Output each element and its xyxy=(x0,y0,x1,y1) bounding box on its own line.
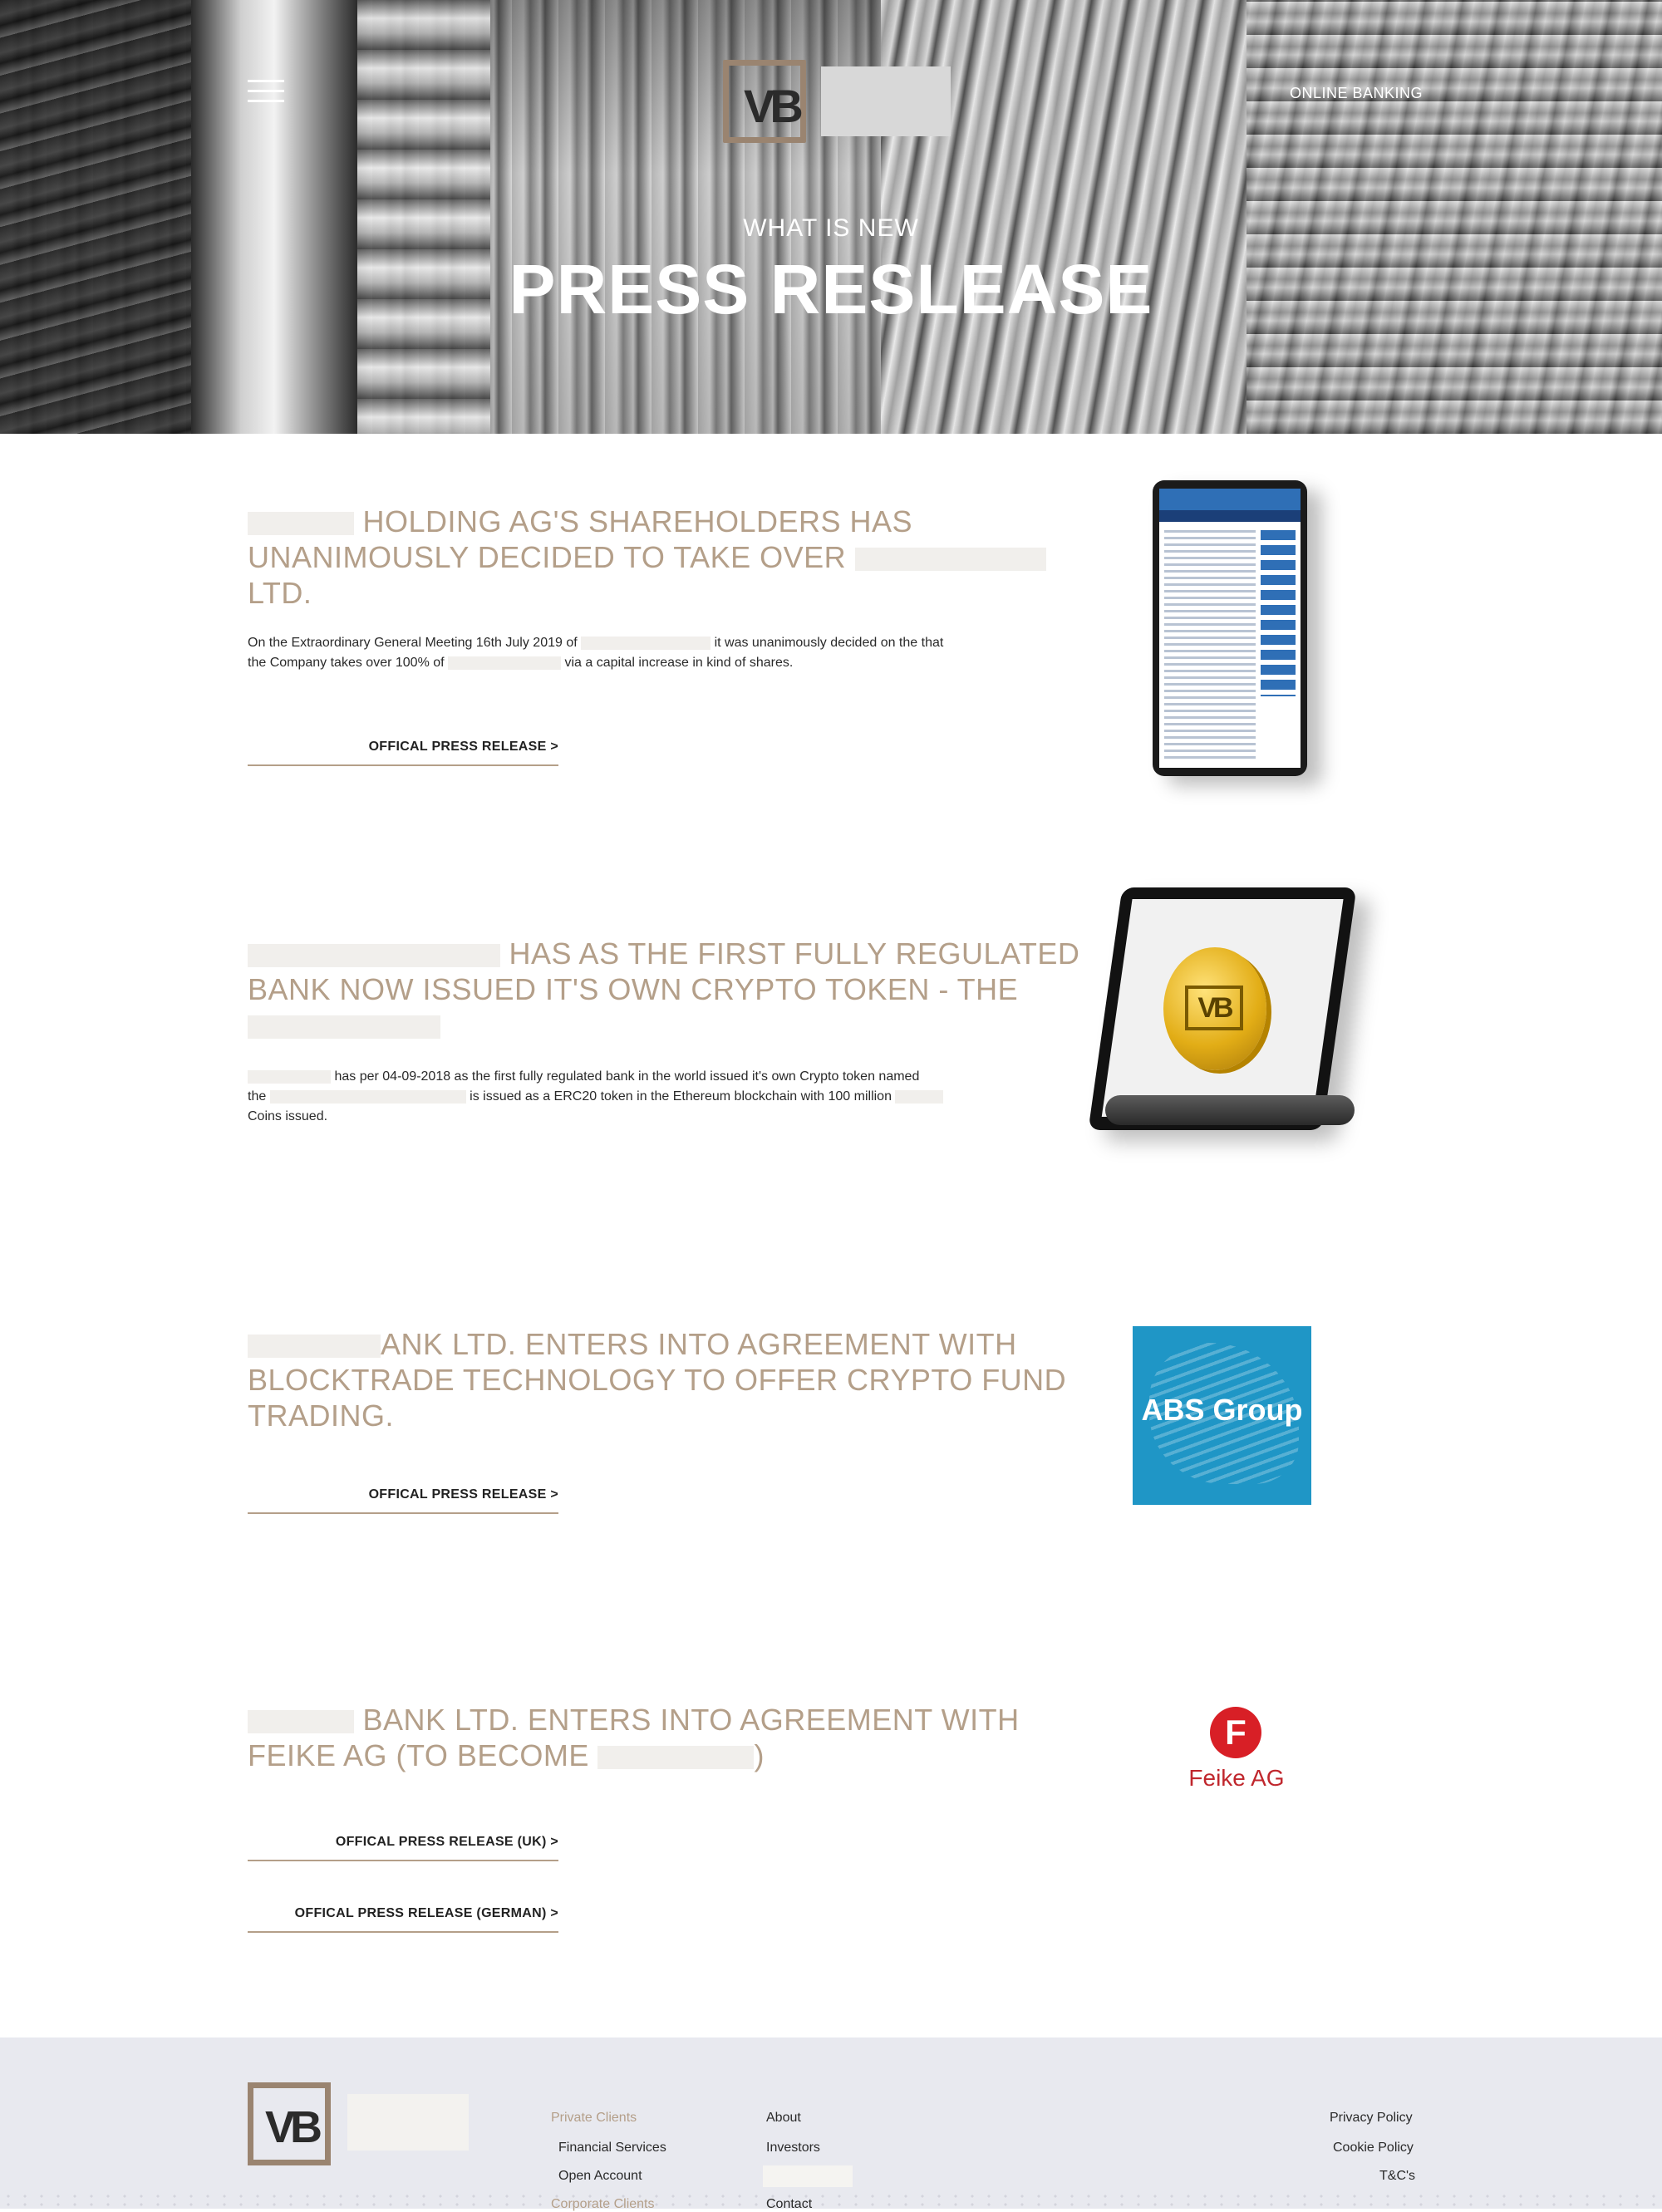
redacted-text xyxy=(248,944,500,968)
article-4-title-line2: FEIKE AG (TO BECOME xyxy=(248,1738,589,1772)
footer-link-private-clients[interactable]: Private Clients xyxy=(551,2111,637,2126)
article-3-title-line2: BLOCKTRADE TECHNOLOGY TO OFFER CRYPTO FU… xyxy=(248,1363,1067,1397)
official-press-release-link[interactable]: OFFICAL PRESS RELEASE > xyxy=(248,740,558,766)
footer-link-about[interactable]: About xyxy=(766,2111,801,2126)
footer-pattern xyxy=(0,2192,1662,2209)
footer-link-corporate-clients[interactable]: Corporate Clients xyxy=(551,2197,655,2212)
redacted-text xyxy=(854,548,1046,572)
tablet-image xyxy=(1153,480,1307,776)
article-1-title-line2: UNANIMOUSLY DECIDED TO TAKE OVER xyxy=(248,540,847,574)
article-1-title-line3: LTD. xyxy=(248,576,312,610)
footer-link-terms[interactable]: T&C's xyxy=(1379,2169,1415,2184)
vb-logo[interactable]: VB xyxy=(723,60,806,143)
body-text: the xyxy=(248,1089,267,1104)
footer-link-contact[interactable]: Contact xyxy=(766,2197,812,2212)
body-text: has per 04-09-2018 as the first fully re… xyxy=(334,1069,920,1084)
eyebrow-label: WHAT IS NEW xyxy=(743,214,919,242)
feike-logo-text: Feike AG xyxy=(1188,1765,1285,1791)
official-press-release-link[interactable]: OFFICAL PRESS RELEASE > xyxy=(248,1487,558,1514)
redacted-text xyxy=(248,1710,354,1734)
official-press-release-german-link[interactable]: OFFICAL PRESS RELEASE (GERMAN) > xyxy=(248,1906,558,1933)
article-2-title-line1: HAS AS THE FIRST FULLY REGULATED xyxy=(509,936,1080,971)
article-1-title: HOLDING AG'S SHAREHOLDERS HAS UNANIMOUSL… xyxy=(248,504,1046,611)
abs-group-logo-text: ABS Group xyxy=(1141,1393,1303,1427)
article-4-title-line1: BANK LTD. ENTERS INTO AGREEMENT WITH xyxy=(362,1703,1020,1737)
page-title: PRESS RESLEASE xyxy=(509,250,1153,328)
footer-link-financial-services[interactable]: Financial Services xyxy=(558,2141,666,2155)
redacted-text xyxy=(248,512,354,536)
body-text: via a capital increase in kind of shares… xyxy=(564,656,794,670)
article-2-body: has per 04-09-2018 as the first fully re… xyxy=(248,1067,1029,1127)
article-3-title-line3: TRADING. xyxy=(248,1398,395,1433)
body-text: is issued as a ERC20 token in the Ethere… xyxy=(470,1089,892,1104)
body-text: the Company takes over 100% of xyxy=(248,656,445,670)
redacted-text xyxy=(248,1335,381,1359)
footer-link-cookie-policy[interactable]: Cookie Policy xyxy=(1333,2141,1414,2155)
abs-group-logo: ABS Group xyxy=(1133,1326,1311,1505)
redacted-text xyxy=(248,1069,331,1084)
body-text: it was unanimously decided on the that xyxy=(714,636,944,650)
hero-banner: VB ONLINE BANKING WHAT IS NEW PRESS RESL… xyxy=(0,0,1662,434)
article-4-title: BANK LTD. ENTERS INTO AGREEMENT WITH FEI… xyxy=(248,1702,1020,1773)
article-4-title-paren: ) xyxy=(754,1738,765,1772)
redacted-text xyxy=(895,1089,944,1104)
redacted-text xyxy=(763,2165,853,2187)
footer-link-open-account[interactable]: Open Account xyxy=(558,2169,642,2184)
redacted-text xyxy=(597,1746,755,1770)
vb-logo: VB xyxy=(1185,986,1243,1030)
footer-link-privacy-policy[interactable]: Privacy Policy xyxy=(1330,2111,1413,2126)
body-text: On the Extraordinary General Meeting 16t… xyxy=(248,636,578,650)
footer-link-investors[interactable]: Investors xyxy=(766,2141,820,2155)
redacted-text xyxy=(248,1015,440,1040)
article-1-title-line1: HOLDING AG'S SHAREHOLDERS HAS xyxy=(362,504,913,538)
article-2-title-line2: BANK NOW ISSUED IT'S OWN CRYPTO TOKEN - … xyxy=(248,972,1019,1006)
redacted-text xyxy=(581,636,711,650)
tablet-stand xyxy=(1105,1095,1355,1125)
redacted-text xyxy=(269,1089,466,1104)
article-2-title: HAS AS THE FIRST FULLY REGULATED BANK NO… xyxy=(248,936,1079,1043)
feike-logo-icon: F xyxy=(1210,1707,1261,1758)
coin-image: VB xyxy=(1163,947,1266,1070)
body-text: Coins issued. xyxy=(248,1109,328,1123)
tablet-screen xyxy=(1159,489,1301,768)
online-banking-link[interactable]: ONLINE BANKING xyxy=(1290,85,1423,102)
article-3-title-line1: ANK LTD. ENTERS INTO AGREEMENT WITH xyxy=(381,1327,1017,1361)
redacted-text xyxy=(448,656,562,670)
article-1-body: On the Extraordinary General Meeting 16t… xyxy=(248,633,1029,673)
vb-logo[interactable]: VB xyxy=(248,2082,331,2165)
menu-icon[interactable] xyxy=(248,80,284,103)
article-3-title: ANK LTD. ENTERS INTO AGREEMENT WITH BLOC… xyxy=(248,1326,1066,1433)
logo-name-redacted xyxy=(347,2094,469,2151)
official-press-release-uk-link[interactable]: OFFICAL PRESS RELEASE (UK) > xyxy=(248,1835,558,1861)
logo-name-redacted xyxy=(821,66,951,136)
